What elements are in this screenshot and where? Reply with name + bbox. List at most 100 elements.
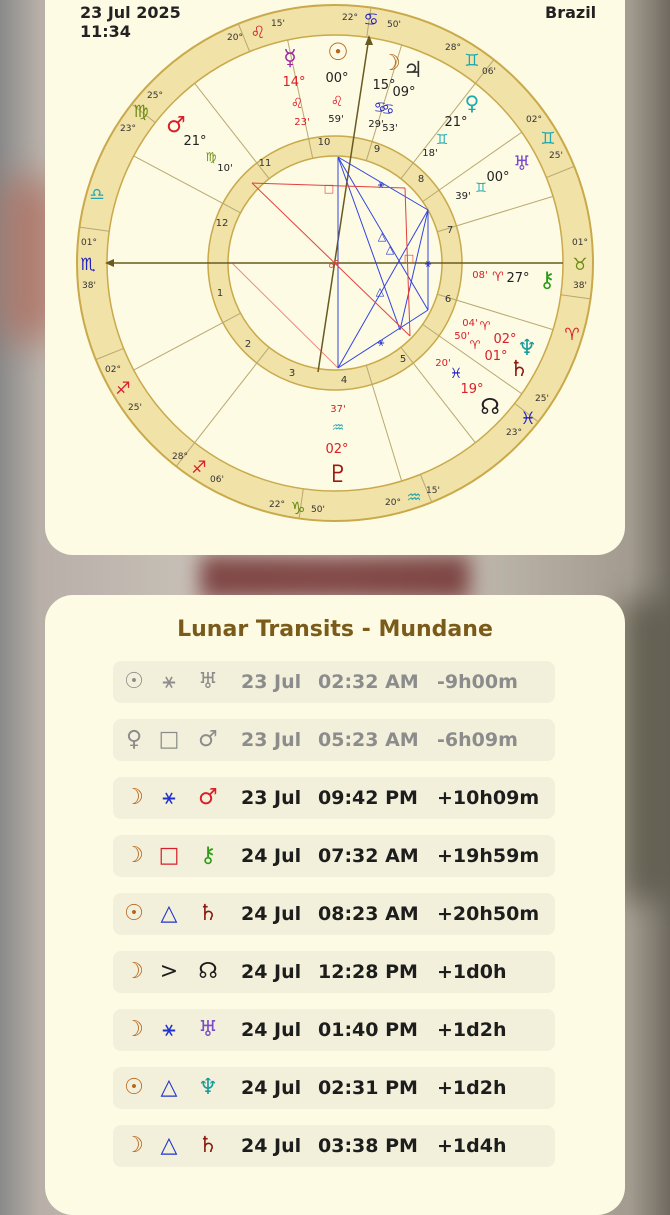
jupiter-icon: ♃ <box>403 58 423 83</box>
mars-label: 21° <box>183 134 206 149</box>
aspect-icon: △ <box>160 1075 178 1100</box>
house-number: 12 <box>216 218 229 229</box>
ring-label-virgo: ♍ <box>133 102 148 122</box>
transit-row[interactable]: ♀ □ ♂ 23 Jul 05:23 AM -6h09m <box>113 719 555 761</box>
transit-row[interactable]: ☽ ⚹ ♂ 23 Jul 09:42 PM +10h09m <box>113 777 555 819</box>
sun-label: 59' <box>328 114 343 125</box>
node-label: 20' <box>435 358 450 369</box>
venus-label: 21° <box>444 115 467 130</box>
saturn-icon: ♄ <box>509 357 529 382</box>
ring-label-gem1: 06' <box>482 67 496 77</box>
uranus-icon: ♅ <box>513 151 531 175</box>
transit-planet-icon: ♀ <box>125 727 143 752</box>
ring-label-gem1: 28° <box>445 43 461 53</box>
transit-planet-icon: ☽ <box>124 785 144 810</box>
transit-date: 24 Jul <box>241 1135 302 1157</box>
transit-time: 03:38 PM <box>318 1135 418 1157</box>
transit-delta: +1d0h <box>437 961 507 983</box>
transit-row[interactable]: ☉ △ ♄ 24 Jul 08:23 AM +20h50m <box>113 893 555 935</box>
transit-delta: +1d2h <box>437 1019 507 1041</box>
house-number: 4 <box>341 375 347 386</box>
mars-label: ♍ <box>206 150 217 164</box>
transit-date: 23 Jul <box>241 671 302 693</box>
transit-target-icon: ♂ <box>198 785 218 810</box>
transit-row[interactable]: ☽ □ ⚷ 24 Jul 07:32 AM +19h59m <box>113 835 555 877</box>
moon-icon: ☽ <box>381 51 401 76</box>
ring-label-pisces: 25' <box>535 394 549 404</box>
ring-label-sag1: ♐ <box>115 379 130 399</box>
ring-label-desc: ♉ <box>572 255 587 275</box>
jupiter-label: 53' <box>382 123 397 134</box>
transit-date: 24 Jul <box>241 961 302 983</box>
sun-icon: ☉ <box>327 38 349 66</box>
transit-time: 01:40 PM <box>318 1019 418 1041</box>
aspect-icon: □ <box>158 727 180 752</box>
chiron-icon: ⚷ <box>539 268 555 293</box>
ring-label-leo: ♌ <box>250 23 265 43</box>
svg-text:△: △ <box>378 230 387 243</box>
svg-text:⚹: ⚹ <box>378 336 385 349</box>
ring-label-asc: ♏ <box>80 255 95 275</box>
transit-planet-icon: ☽ <box>124 959 144 984</box>
ring-label-pisces: ♓ <box>520 409 535 429</box>
svg-text:☍: ☍ <box>328 258 339 271</box>
transit-target-icon: ♂ <box>198 727 218 752</box>
ring-label-desc: 01° <box>572 238 588 248</box>
ring-label-virgo: 25° <box>147 91 163 101</box>
house-number: 7 <box>447 225 453 236</box>
mercury-label: 14° <box>282 75 305 90</box>
ring-label-virgo: 23° <box>120 124 136 134</box>
aspect-icon: ⚹ <box>162 785 176 810</box>
natal-chart-wheel[interactable]: □ ⚹ △ △ □ ⚹ △ ⚹ ☍ 123456789101112 22° ♋ 50… <box>70 0 600 530</box>
svg-text:⚹: ⚹ <box>378 178 385 191</box>
transit-delta: +1d4h <box>437 1135 507 1157</box>
node-label: ♓ <box>450 366 463 382</box>
node-icon: ☊ <box>480 395 500 420</box>
sun-label: ♌ <box>331 94 344 110</box>
ring-label-sag1: 25' <box>128 403 142 413</box>
mars-label: 10' <box>217 163 232 174</box>
transit-date: 24 Jul <box>241 845 302 867</box>
pluto-label: 37' <box>330 404 345 415</box>
ring-label-mc: 22° <box>342 13 358 23</box>
transit-target-icon: ♅ <box>198 1017 218 1042</box>
mercury-icon: ☿ <box>283 46 297 71</box>
transit-planet-icon: ☉ <box>124 669 144 694</box>
transit-row[interactable]: ☽ △ ♄ 24 Jul 03:38 PM +1d4h <box>113 1125 555 1167</box>
ring-label-gem2: 25' <box>549 151 563 161</box>
house-number: 10 <box>318 137 331 148</box>
ring-label-leo: 15' <box>271 19 285 29</box>
transit-delta: +1d2h <box>437 1077 507 1099</box>
transit-row[interactable]: ☽ > ☊ 24 Jul 12:28 PM +1d0h <box>113 951 555 993</box>
ring-label-aries: ♈ <box>564 325 579 345</box>
transit-date: 24 Jul <box>241 903 302 925</box>
ring-label-asc: 01° <box>81 238 97 248</box>
transit-delta: -6h09m <box>437 729 518 751</box>
aspect-icon: ⚹ <box>162 669 176 694</box>
transit-delta: +19h59m <box>437 845 540 867</box>
transit-delta: -9h00m <box>437 671 518 693</box>
ring-label-ic: 22° <box>269 500 285 510</box>
transit-target-icon: ♄ <box>198 1133 218 1158</box>
transit-time: 02:32 AM <box>318 671 419 693</box>
svg-text:⚹: ⚹ <box>425 257 432 270</box>
ring-label-aquarius: 15' <box>426 486 440 496</box>
ring-label-leo: 20° <box>227 33 243 43</box>
house-number: 2 <box>245 339 251 350</box>
ring-label-sag2: 28° <box>172 452 188 462</box>
saturn-label: 01° <box>484 349 507 364</box>
transit-row[interactable]: ☽ ⚹ ♅ 24 Jul 01:40 PM +1d2h <box>113 1009 555 1051</box>
house-number: 5 <box>400 354 406 365</box>
transit-date: 24 Jul <box>241 1077 302 1099</box>
neptune-label: ♈ <box>480 319 491 333</box>
jupiter-label: ♋ <box>382 102 395 118</box>
transit-row[interactable]: ☉ ⚹ ♅ 23 Jul 02:32 AM -9h00m <box>113 661 555 703</box>
background-blur <box>200 555 470 600</box>
ring-label-gem2: 02° <box>526 115 542 125</box>
ring-label-mc: 50' <box>387 20 401 30</box>
transit-target-icon: ♅ <box>198 669 218 694</box>
pluto-label: 02° <box>325 442 348 457</box>
transit-time: 08:23 AM <box>318 903 419 925</box>
neptune-label: 02° <box>493 332 516 347</box>
transit-row[interactable]: ☉ △ ♆ 24 Jul 02:31 PM +1d2h <box>113 1067 555 1109</box>
